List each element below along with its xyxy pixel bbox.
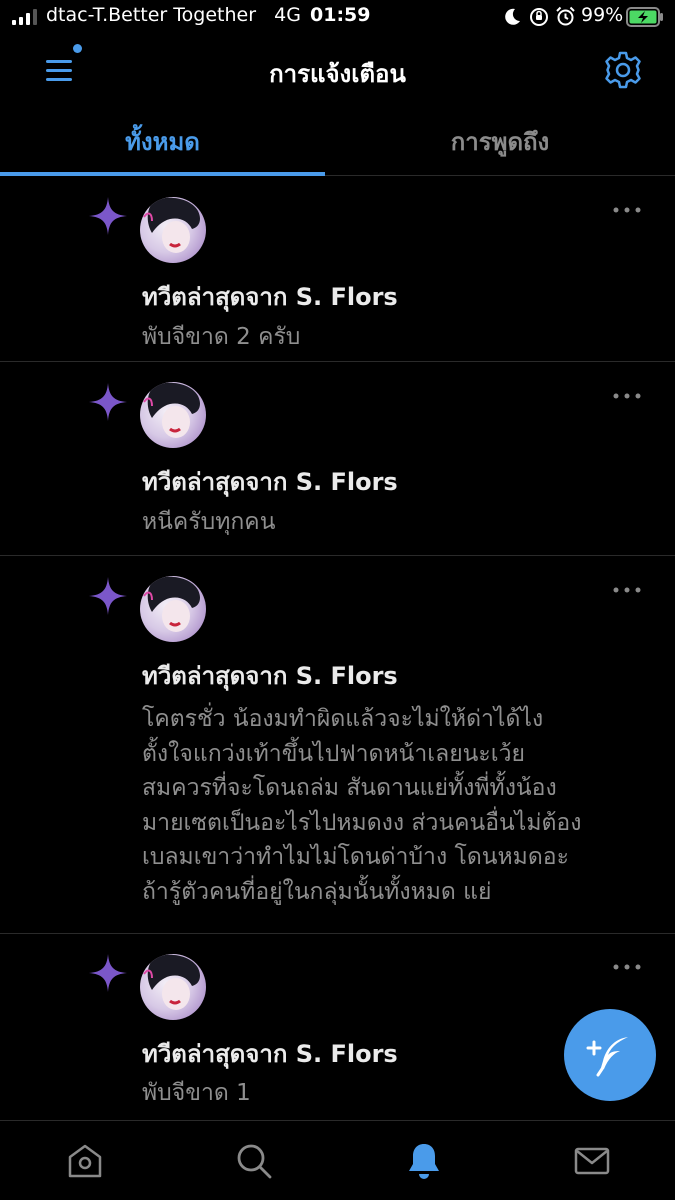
bottom-navigation (0, 1120, 675, 1200)
page-title: การแจ้งเตือน (269, 60, 406, 88)
gear-icon[interactable] (603, 50, 643, 90)
tab-all[interactable]: ทั้งหมด (0, 106, 325, 176)
avatar[interactable] (140, 197, 206, 263)
notifications-bell-icon[interactable] (404, 1141, 444, 1181)
home-icon[interactable] (65, 1141, 105, 1181)
notification-text: หนีครับทุกคน (142, 509, 276, 535)
sparkle-icon (89, 383, 127, 421)
avatar[interactable] (140, 576, 206, 642)
alarm-icon (556, 6, 575, 26)
notification-text: โคตรชั่ว น้องมทำผิดแล้วจะไม่ให้ด่าได้ไง … (142, 706, 582, 905)
avatar[interactable] (140, 382, 206, 448)
active-tab-indicator (0, 172, 325, 176)
compose-feather-icon (586, 1037, 628, 1077)
sparkle-icon (89, 197, 127, 235)
status-bar: dtac-T.Better Together 4G 01:59 99% (0, 0, 675, 36)
moon-icon (505, 8, 520, 25)
clock: 01:59 (310, 4, 371, 26)
tab-mentions[interactable]: การพูดถึง (325, 106, 675, 176)
notification-item[interactable]: ทวีตล่าสุดจาก S. Flors หนีครับทุกคน (0, 362, 675, 556)
notification-item[interactable]: ทวีตล่าสุดจาก S. Flors โคตรชั่ว น้องมทำผ… (0, 556, 675, 934)
app-header: การแจ้งเตือน (0, 36, 675, 106)
more-options-icon[interactable] (610, 957, 644, 977)
unread-dot (73, 44, 82, 53)
more-options-icon[interactable] (610, 580, 644, 600)
avatar[interactable] (140, 954, 206, 1020)
more-options-icon[interactable] (610, 386, 644, 406)
sparkle-icon (89, 577, 127, 615)
compose-tweet-button[interactable] (564, 1009, 656, 1101)
battery-percent: 99% (581, 4, 624, 26)
notification-title: ทวีตล่าสุดจาก S. Flors (142, 468, 398, 496)
orientation-lock-icon (530, 8, 548, 26)
notification-title: ทวีตล่าสุดจาก S. Flors (142, 1040, 398, 1068)
battery-charging-icon (626, 7, 663, 27)
signal-icon (12, 9, 37, 25)
notification-text: พับจีขาด 2 ครับ (142, 324, 301, 350)
messages-envelope-icon[interactable] (572, 1141, 612, 1181)
search-icon[interactable] (234, 1141, 274, 1181)
carrier-label: dtac-T.Better Together 4G (46, 4, 301, 26)
notification-title: ทวีตล่าสุดจาก S. Flors (142, 283, 398, 311)
sparkle-icon (89, 954, 127, 992)
notification-title: ทวีตล่าสุดจาก S. Flors (142, 662, 398, 690)
tab-bar: ทั้งหมด การพูดถึง (0, 106, 675, 176)
more-options-icon[interactable] (610, 200, 644, 220)
notification-item[interactable]: ทวีตล่าสุดจาก S. Flors พับจีขาด 2 ครับ (0, 177, 675, 362)
network-type: 4G (274, 4, 301, 26)
